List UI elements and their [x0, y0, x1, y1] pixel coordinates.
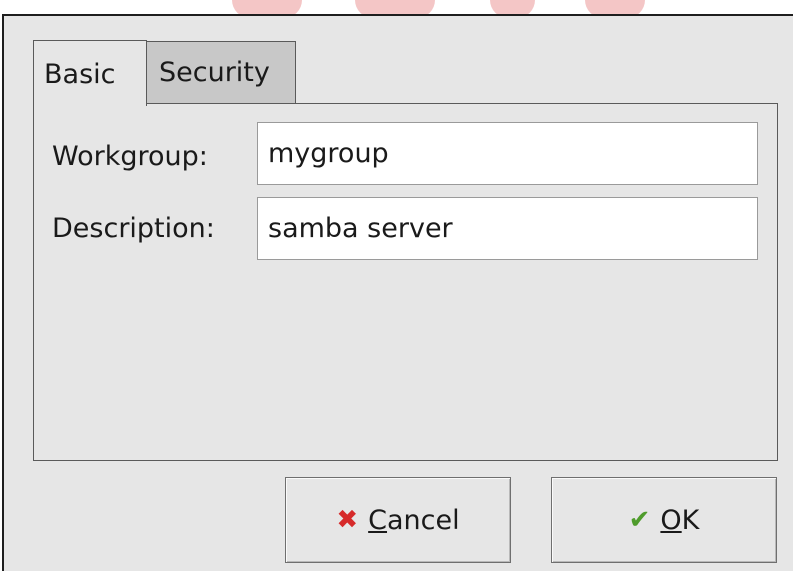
cancel-button-label: Cancel — [368, 505, 459, 536]
ok-button[interactable]: ✔ OK — [551, 477, 777, 563]
cancel-label-rest: ancel — [387, 504, 460, 536]
ok-label-rest: K — [681, 504, 700, 536]
ok-button-label: OK — [660, 505, 699, 536]
cancel-x-icon: ✖ — [336, 505, 359, 535]
tab-label: Security — [159, 57, 270, 88]
description-label: Description: — [52, 213, 215, 244]
checkmark-icon: ✔ — [628, 505, 651, 535]
workgroup-input[interactable] — [257, 122, 758, 185]
active-tab-join — [35, 102, 145, 106]
description-input[interactable] — [257, 197, 758, 260]
tab-security[interactable]: Security — [146, 41, 296, 103]
cancel-mnemonic: C — [368, 504, 388, 536]
ok-mnemonic: O — [660, 504, 682, 536]
workgroup-label: Workgroup: — [52, 141, 208, 172]
tab-basic[interactable]: Basic — [33, 40, 147, 106]
tab-label: Basic — [44, 59, 116, 90]
cancel-button[interactable]: ✖ Cancel — [285, 477, 511, 563]
